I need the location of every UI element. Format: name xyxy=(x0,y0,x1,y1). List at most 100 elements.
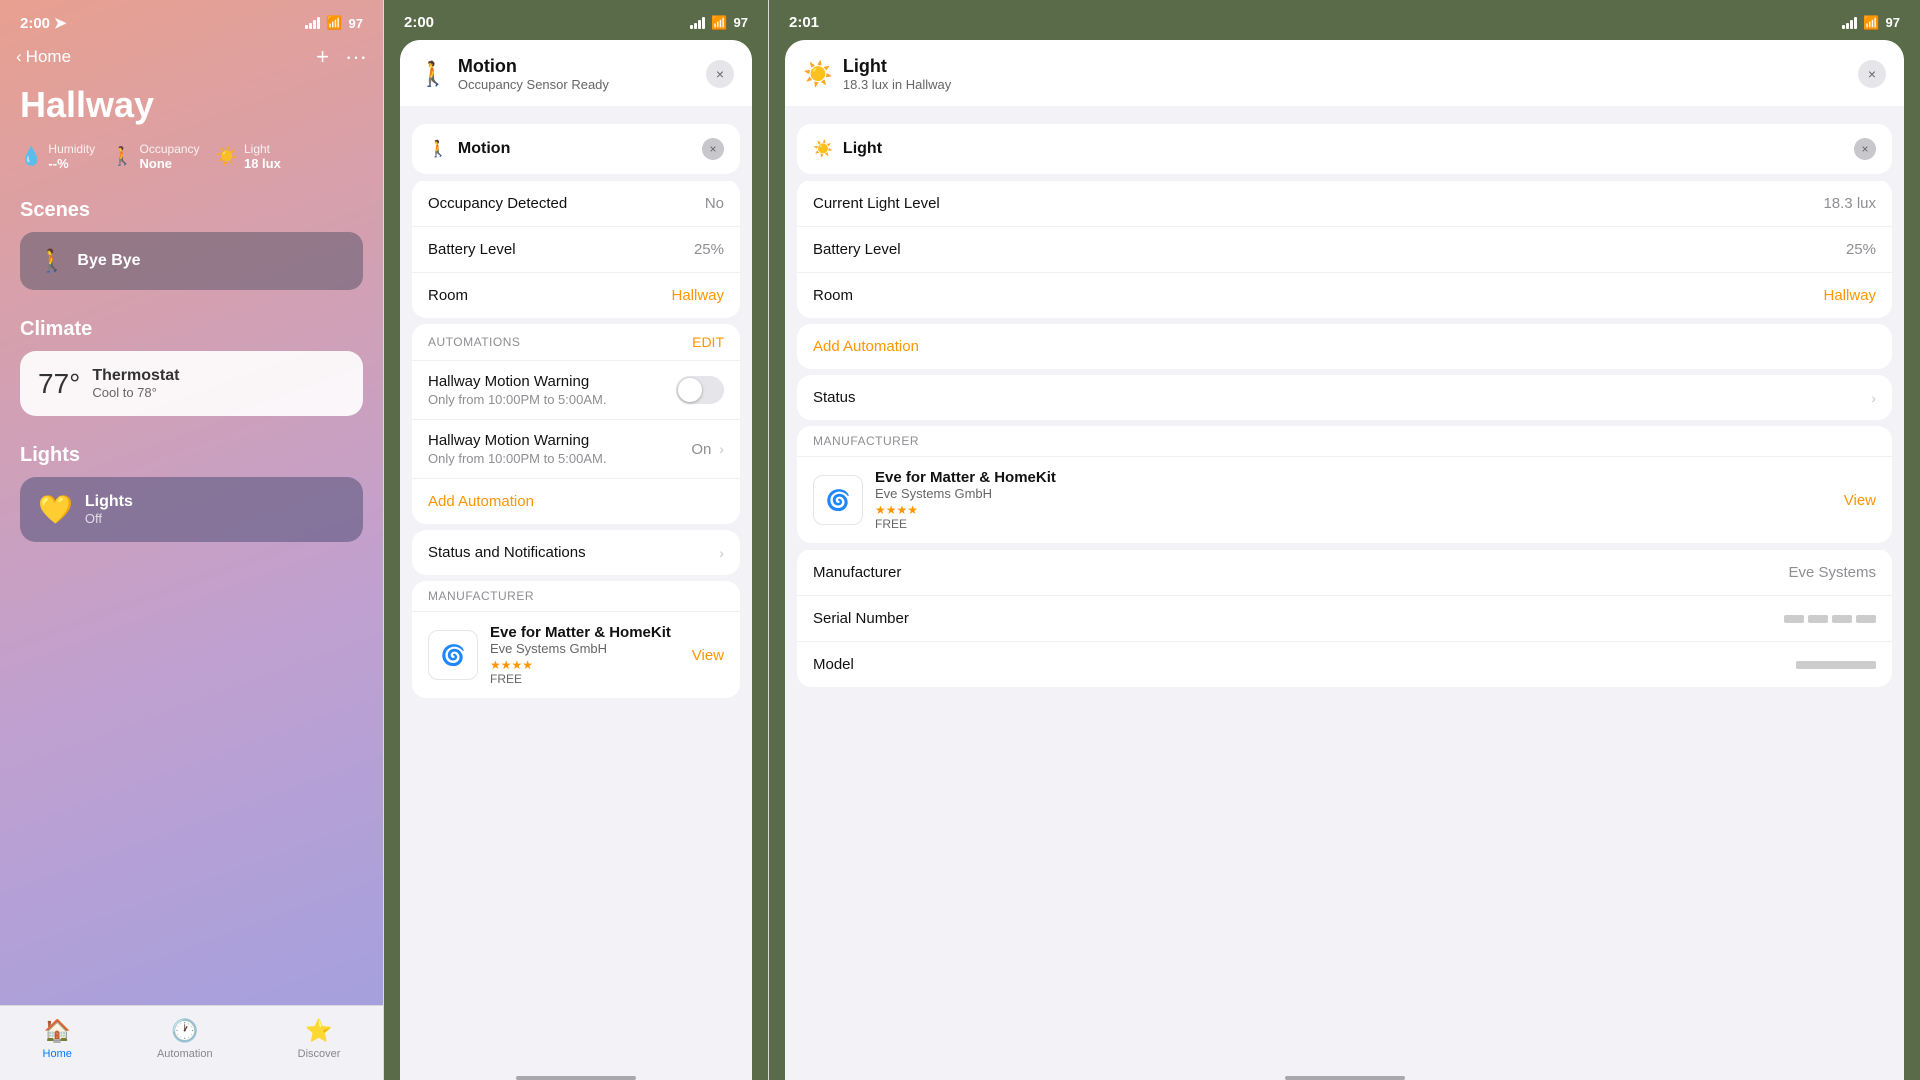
light-battery-value: 25% xyxy=(1846,241,1876,258)
light-room-row: Room Hallway xyxy=(797,272,1892,318)
light-device-title: ☀️ Light xyxy=(813,139,882,159)
motion-manufacturer: MANUFACTURER 🌀 Eve for Matter & HomeKit … xyxy=(412,581,740,698)
light-manufacturer-view-button[interactable]: View xyxy=(1844,492,1876,509)
nav-automation[interactable]: 🕐 Automation xyxy=(157,1018,213,1060)
nav-home-label: Home xyxy=(43,1048,72,1060)
occupancy-label: Occupancy xyxy=(140,142,200,156)
chevron-right-icon: › xyxy=(719,441,724,457)
battery-home: 97 xyxy=(349,16,363,31)
occupancy-row: Occupancy Detected No xyxy=(412,180,740,226)
light-manufacturer: MANUFACTURER 🌀 Eve for Matter & HomeKit … xyxy=(797,426,1892,543)
status-bar-home: 2:00 ➤ 📶 97 xyxy=(0,0,383,40)
manufacturer-row-label: Manufacturer xyxy=(813,564,901,581)
thermostat-card[interactable]: 77° Thermostat Cool to 78° xyxy=(20,351,363,416)
status-bar-motion: 2:00 📶 97 xyxy=(384,0,768,39)
occupancy-detected-label: Occupancy Detected xyxy=(428,195,567,212)
room-title: Hallway xyxy=(0,80,383,142)
motion-card-close[interactable]: × xyxy=(702,138,724,160)
light-info-card: Current Light Level 18.3 lux Battery Lev… xyxy=(797,180,1892,318)
automation-1-time: Only from 10:00PM to 5:00AM. xyxy=(428,392,676,407)
nav-discover-label: Discover xyxy=(298,1048,341,1060)
battery-value: 25% xyxy=(694,241,724,258)
light-close-button[interactable]: × xyxy=(1858,60,1886,88)
manufacturer-company: Eve Systems GmbH xyxy=(490,641,680,656)
automation-icon: 🕐 xyxy=(171,1018,198,1044)
light-add-automation-link[interactable]: Add Automation xyxy=(797,324,1892,369)
light-card-icon: ☀️ xyxy=(813,139,833,159)
motion-status-card[interactable]: Status and Notifications › xyxy=(412,530,740,575)
top-nav-home: ‹ Home + ··· xyxy=(0,40,383,80)
manufacturer-view-button[interactable]: View xyxy=(692,647,724,664)
motion-sheet-header: 🚶 Motion Occupancy Sensor Ready × xyxy=(400,40,752,106)
thermostat-temp: 77° xyxy=(38,368,80,400)
sensor-humidity: 💧 Humidity --% xyxy=(20,142,95,171)
manufacturer-row-value: Eve Systems xyxy=(1788,564,1876,581)
back-button[interactable]: ‹ Home xyxy=(16,47,71,67)
automation-2-status: On xyxy=(691,441,711,458)
motion-card-icon: 🚶 xyxy=(428,139,448,159)
light-status-chevron: › xyxy=(1871,390,1876,406)
nav-icons: + ··· xyxy=(316,44,367,70)
location-icon: ➤ xyxy=(54,14,67,32)
bottom-nav: 🏠 Home 🕐 Automation ⭐ Discover xyxy=(0,1005,383,1080)
automation-1-toggle[interactable] xyxy=(676,376,724,404)
motion-close-button[interactable]: × xyxy=(706,60,734,88)
sensor-occupancy: 🚶 Occupancy None xyxy=(111,142,199,171)
discover-icon: ⭐ xyxy=(305,1018,332,1044)
sensor-light: ☀️ Light 18 lux xyxy=(216,142,281,171)
lights-status: Off xyxy=(85,511,133,526)
add-automation-link[interactable]: Add Automation xyxy=(412,478,740,524)
nav-discover[interactable]: ⭐ Discover xyxy=(298,1018,341,1060)
time-home: 2:00 xyxy=(20,15,50,32)
light-status-card[interactable]: Status › xyxy=(797,375,1892,420)
light-header-icon: ☀️ xyxy=(803,60,833,89)
battery-row: Battery Level 25% xyxy=(412,226,740,272)
model-value xyxy=(1796,661,1876,669)
battery-light: 97 xyxy=(1886,15,1900,30)
signal-motion xyxy=(690,17,705,29)
battery-motion: 97 xyxy=(734,15,748,30)
motion-automations: AUTOMATIONS EDIT Hallway Motion Warning … xyxy=(412,324,740,524)
room-row: Room Hallway xyxy=(412,272,740,318)
occupancy-icon: 🚶 xyxy=(111,146,133,167)
wifi-icon-motion: 📶 xyxy=(711,15,727,31)
sensor-row: 💧 Humidity --% 🚶 Occupancy None ☀️ Light… xyxy=(0,142,383,191)
motion-header-icon: 🚶 xyxy=(418,60,448,89)
light-sheet-header: ☀️ Light 18.3 lux in Hallway × xyxy=(785,40,1904,106)
lights-icon: 💛 xyxy=(38,493,73,526)
automation-2-time: Only from 10:00PM to 5:00AM. xyxy=(428,451,691,466)
light-room-label: Room xyxy=(813,287,853,304)
wifi-icon-light: 📶 xyxy=(1863,15,1879,31)
nav-home[interactable]: 🏠 Home xyxy=(43,1018,72,1060)
occupancy-value: None xyxy=(140,156,200,171)
room-value: Hallway xyxy=(671,287,724,304)
serial-value xyxy=(1784,615,1876,623)
panel-motion: 2:00 📶 97 🚶 Motion Occupancy Sensor Read… xyxy=(384,0,768,1080)
light-battery-row: Battery Level 25% xyxy=(797,226,1892,272)
climate-section-label: Climate xyxy=(0,310,383,351)
light-battery-label: Battery Level xyxy=(813,241,901,258)
status-chevron: › xyxy=(719,545,724,561)
light-bottom-spacer xyxy=(785,693,1904,723)
thermostat-name: Thermostat xyxy=(92,367,179,385)
scene-bye-bye[interactable]: 🚶 Bye Bye xyxy=(20,232,363,290)
manufacturer-label: MANUFACTURER xyxy=(412,581,740,611)
humidity-icon: 💧 xyxy=(20,146,42,167)
automations-label: AUTOMATIONS xyxy=(428,335,520,349)
light-value: 18 lux xyxy=(244,156,281,171)
status-label: Status and Notifications xyxy=(428,544,586,561)
serial-label: Serial Number xyxy=(813,610,909,627)
status-bar-light: 2:01 📶 97 xyxy=(769,0,1920,39)
time-light: 2:01 xyxy=(789,14,819,31)
humidity-value: --% xyxy=(48,156,95,171)
motion-device-card: 🚶 Motion × xyxy=(412,124,740,174)
humidity-label: Humidity xyxy=(48,142,95,156)
lights-card[interactable]: 💛 Lights Off xyxy=(20,477,363,542)
light-manufacturer-free: FREE xyxy=(875,517,1832,531)
more-icon[interactable]: ··· xyxy=(345,44,367,70)
lights-section-label: Lights xyxy=(0,436,383,477)
light-card-close[interactable]: × xyxy=(1854,138,1876,160)
add-icon[interactable]: + xyxy=(316,44,329,70)
automations-edit[interactable]: EDIT xyxy=(692,334,724,350)
battery-label: Battery Level xyxy=(428,241,516,258)
